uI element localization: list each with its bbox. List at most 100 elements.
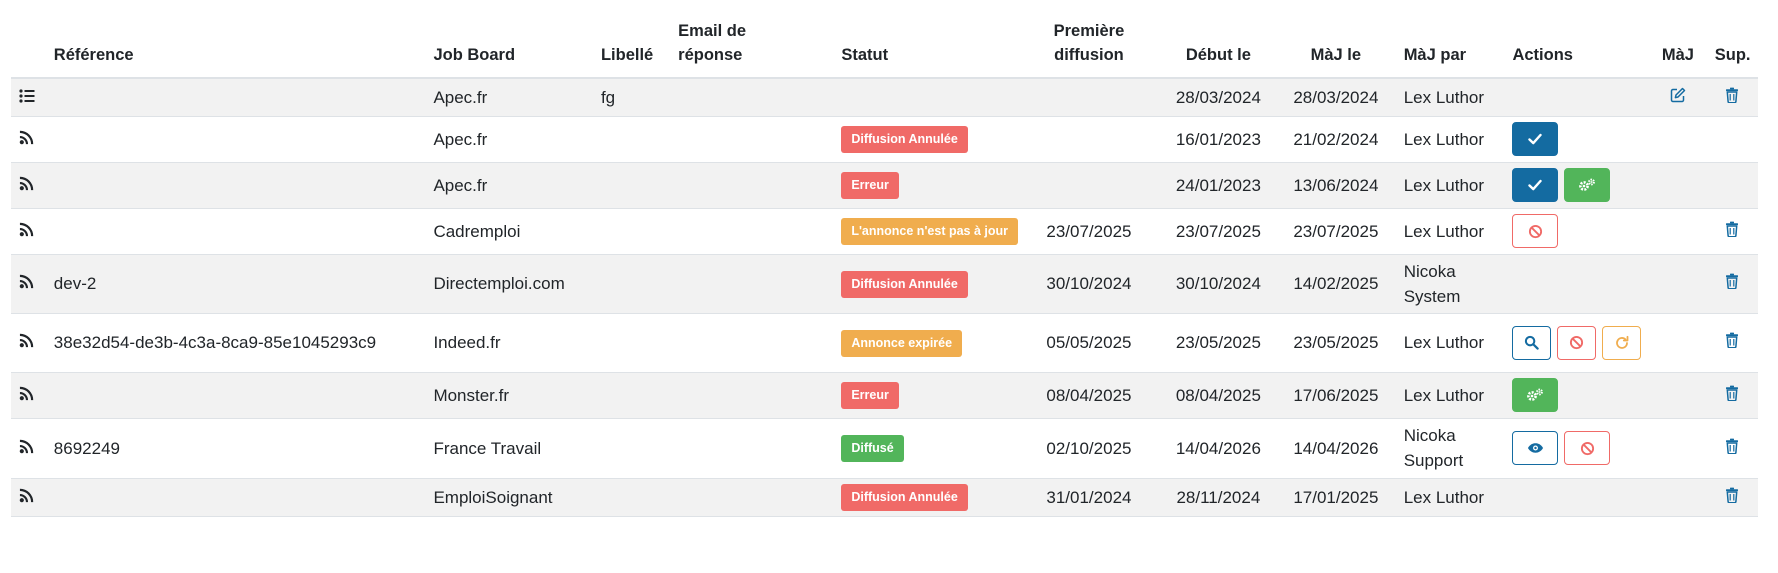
cell-reference	[45, 162, 426, 209]
trash-icon[interactable]	[1725, 221, 1739, 237]
cell-debut-le: 23/05/2025	[1160, 313, 1277, 373]
rss-icon	[19, 130, 34, 145]
cell-job-board: EmploiSoignant	[425, 478, 593, 517]
cell-reference: dev-2	[45, 254, 426, 314]
trash-icon[interactable]	[1725, 332, 1739, 348]
edit-icon[interactable]	[1670, 87, 1686, 103]
cell-sup	[1706, 162, 1758, 209]
header-sup: Sup.	[1706, 0, 1758, 79]
table-row: EmploiSoignant Diffusion Annulée 31/01/202…	[11, 478, 1758, 517]
cell-maj-le: 14/04/2026	[1276, 418, 1396, 479]
cell-debut-le: 14/04/2026	[1160, 418, 1277, 479]
cell-maj-le: 13/06/2024	[1276, 162, 1396, 209]
cancel-diffusion-button[interactable]	[1512, 214, 1559, 248]
trash-icon[interactable]	[1725, 87, 1739, 103]
cell-job-board: France Travail	[425, 418, 593, 479]
cell-debut-le: 23/07/2025	[1160, 208, 1277, 255]
header-libelle[interactable]: Libellé	[592, 0, 671, 79]
ban-icon	[1569, 335, 1584, 350]
row-actions	[1512, 431, 1641, 465]
cell-job-board: Monster.fr	[425, 372, 593, 419]
cell-maj-par: Lex Luthor	[1395, 116, 1505, 163]
header-job-board[interactable]: Job Board	[425, 0, 593, 79]
search-icon	[1524, 335, 1540, 350]
status-badge: Erreur	[841, 172, 899, 199]
row-actions	[1512, 325, 1642, 360]
cell-maj	[1649, 478, 1707, 517]
cell-maj-le: 17/06/2025	[1276, 372, 1396, 419]
header-reference[interactable]: Référence	[45, 0, 426, 79]
cell-sup	[1706, 478, 1758, 517]
cell-email	[670, 418, 834, 479]
cell-libelle	[592, 116, 671, 163]
cell-maj	[1649, 372, 1707, 419]
trash-icon[interactable]	[1725, 273, 1739, 289]
cell-reference	[45, 78, 426, 117]
header-maj: MàJ	[1649, 0, 1707, 79]
cell-libelle	[592, 418, 671, 479]
status-badge: Diffusé	[841, 435, 904, 462]
cell-maj	[1649, 162, 1707, 209]
search-button[interactable]	[1512, 325, 1552, 360]
cell-maj-le: 14/02/2025	[1276, 254, 1396, 314]
cell-maj-par: Lex Luthor	[1395, 78, 1505, 117]
cell-maj-le: 21/02/2024	[1276, 116, 1396, 163]
cell-statut: Diffusion Annulée	[833, 116, 1018, 163]
list-icon	[19, 89, 35, 103]
table-row: 8692249 France Travail Diffusé 02/10/2025 14…	[11, 418, 1758, 479]
cell-reference	[45, 208, 426, 255]
cell-premiere-diffusion	[1017, 116, 1161, 163]
table-row: Cadremploi L'annonce n'est pas à jour 23/0…	[11, 208, 1758, 255]
header-statut[interactable]: Statut	[833, 0, 1018, 79]
cell-job-board: Cadremploi	[425, 208, 593, 255]
rss-icon	[19, 176, 34, 191]
settings-button[interactable]	[1564, 168, 1611, 202]
cell-premiere-diffusion: 08/04/2025	[1017, 372, 1161, 419]
refresh-icon	[1614, 335, 1630, 351]
header-maj-par[interactable]: MàJ par	[1395, 0, 1505, 79]
status-badge: Annonce expirée	[841, 329, 963, 357]
cell-maj	[1649, 116, 1707, 163]
cell-statut: Diffusé	[833, 418, 1018, 479]
cell-maj-le: 17/01/2025	[1276, 478, 1396, 517]
cell-maj-par: Lex Luthor	[1395, 313, 1505, 373]
header-maj-le[interactable]: MàJ le	[1276, 0, 1396, 79]
settings-button[interactable]	[1512, 378, 1559, 412]
cell-sup	[1706, 418, 1758, 479]
confirm-button[interactable]	[1512, 168, 1559, 202]
check-icon	[1528, 133, 1543, 145]
cell-job-board: Directemploi.com	[425, 254, 593, 314]
rss-icon	[19, 274, 34, 289]
cell-libelle	[592, 313, 671, 373]
gears-icon	[1526, 388, 1544, 402]
cell-reference: 38e32d54-de3b-4c3a-8ca9-85e1045293c9	[45, 313, 426, 373]
trash-icon[interactable]	[1725, 385, 1739, 401]
cell-maj	[1649, 313, 1707, 373]
cell-libelle	[592, 372, 671, 419]
cell-premiere-diffusion	[1017, 162, 1161, 209]
trash-icon[interactable]	[1725, 438, 1739, 454]
confirm-button[interactable]	[1512, 122, 1559, 156]
header-premiere-diffusion[interactable]: Première diffusion	[1017, 0, 1161, 79]
view-button[interactable]	[1512, 431, 1559, 465]
cell-libelle	[592, 254, 671, 314]
diffusion-table-container: Référence Job Board Libellé Email de répo…	[0, 0, 1778, 573]
header-email-reponse[interactable]: Email de réponse	[670, 0, 834, 79]
cell-libelle: fg	[592, 78, 671, 117]
cancel-diffusion-button[interactable]	[1557, 325, 1597, 360]
cell-reference	[45, 478, 426, 517]
trash-icon[interactable]	[1725, 487, 1739, 503]
cell-statut: L'annonce n'est pas à jour	[833, 208, 1018, 255]
table-row: 38e32d54-de3b-4c3a-8ca9-85e1045293c9 Inde…	[11, 313, 1758, 373]
cell-statut: Annonce expirée	[833, 313, 1018, 373]
cell-premiere-diffusion	[1017, 78, 1161, 117]
cell-actions	[1504, 208, 1650, 255]
cell-premiere-diffusion: 23/07/2025	[1017, 208, 1161, 255]
refresh-button[interactable]	[1602, 325, 1642, 360]
check-icon	[1528, 179, 1543, 191]
header-debut-le[interactable]: Début le	[1160, 0, 1277, 79]
cancel-diffusion-button[interactable]	[1564, 431, 1611, 465]
row-actions	[1512, 378, 1641, 412]
cell-email	[670, 372, 834, 419]
cell-actions	[1504, 162, 1650, 209]
